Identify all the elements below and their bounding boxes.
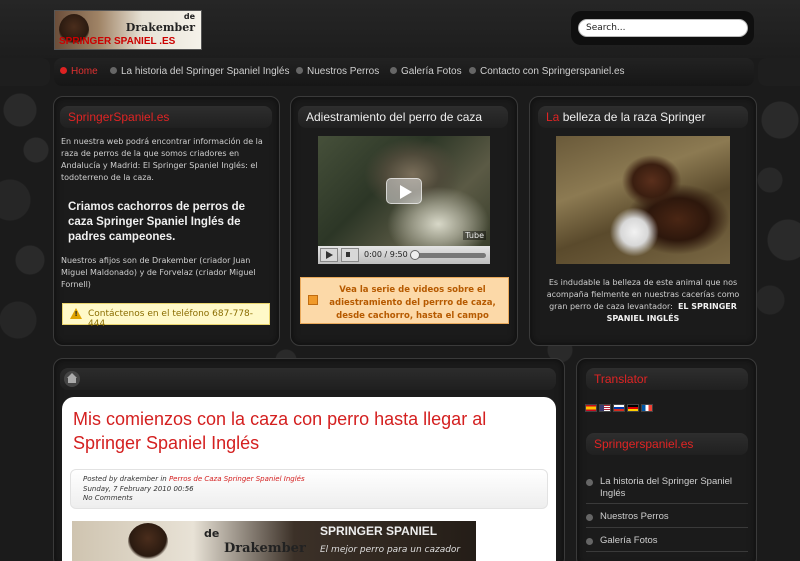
home-icon[interactable] xyxy=(64,371,80,387)
sidebar-item-label: Nuestros Perros xyxy=(600,511,669,522)
russian-flag-icon[interactable] xyxy=(613,404,625,412)
bullet-icon xyxy=(586,538,593,545)
banner-tagline: El mejor perro para un cazador xyxy=(320,545,461,555)
article-comments[interactable]: No Comments xyxy=(83,494,535,504)
banner-name-text: SPRINGER SPANIEL xyxy=(320,524,438,538)
springer-dog-photo xyxy=(556,136,730,264)
sidebar-divider xyxy=(586,503,748,504)
sidebar-item-label: La historia del Springer Spaniel Inglés xyxy=(600,476,733,499)
logo-brand-text: Drakember xyxy=(125,21,195,34)
bullet-icon xyxy=(60,67,67,74)
article-meta: Posted by drakember in Perros de Caza Sp… xyxy=(70,469,548,509)
video-series-note: Vea la serie de videos sobre el adiestra… xyxy=(300,277,509,324)
video-controls: 0:00 / 9:50 xyxy=(318,246,490,264)
sidebar-divider xyxy=(586,527,748,528)
nav-item-label: Home xyxy=(71,66,98,77)
intro-highlight: Criamos cachorros de perros de caza Spri… xyxy=(68,201,246,243)
article-category-link[interactable]: Perros de Caza Springer Spaniel Inglés xyxy=(169,475,305,483)
nav-edge-left xyxy=(0,58,50,86)
german-flag-icon[interactable] xyxy=(627,404,639,412)
video-box-title: Adiestramiento del perro de caza xyxy=(298,106,508,128)
video-progress-track[interactable] xyxy=(410,253,486,258)
banner-de-text: de xyxy=(204,527,220,540)
nav-item-our-dogs[interactable]: Nuestros Perros xyxy=(296,66,379,77)
site-logo[interactable]: de Drakember SPRINGER SPANIEL .ES xyxy=(54,10,202,50)
article: Mis comienzos con la caza con perro hast… xyxy=(62,397,556,561)
nav-item-label: La historia del Springer Spaniel Inglés xyxy=(121,66,290,77)
sidebar-item-gallery[interactable]: Galería Fotos xyxy=(586,535,748,547)
french-flag-icon[interactable] xyxy=(641,404,653,412)
video-player[interactable]: Tube 0:00 / 9:50 xyxy=(318,136,490,264)
play-button[interactable] xyxy=(320,248,338,262)
header: de Drakember SPRINGER SPANIEL .ES xyxy=(0,0,800,58)
spanish-flag-icon[interactable] xyxy=(585,404,597,412)
play-overlay-icon[interactable] xyxy=(386,178,422,204)
sidebar-item-history[interactable]: La historia del Springer Spaniel Inglés xyxy=(586,476,748,500)
video-series-text: Vea la serie de videos sobre el adiestra… xyxy=(329,285,496,321)
bullet-icon xyxy=(296,67,303,74)
bullet-icon xyxy=(586,479,593,486)
banner-brand-text: Drakember xyxy=(224,541,306,556)
main-nav: Home La historia del Springer Spaniel In… xyxy=(0,58,800,86)
bullet-icon xyxy=(110,67,117,74)
logo-de-text: de xyxy=(183,12,195,21)
search-input[interactable] xyxy=(578,19,748,37)
article-title[interactable]: Mis comienzos con la caza con perro hast… xyxy=(73,407,543,455)
volume-icon[interactable] xyxy=(341,248,359,262)
nav-item-label: Nuestros Perros xyxy=(307,66,380,77)
language-flags xyxy=(585,404,655,415)
nav-item-gallery[interactable]: Galería Fotos xyxy=(390,66,462,77)
nav-item-label: Contacto con Springerspaniel.es xyxy=(480,66,625,77)
translator-title: Translator xyxy=(586,368,748,390)
video-progress-handle[interactable] xyxy=(410,250,420,260)
sidebar-item-label: Galería Fotos xyxy=(600,535,658,546)
sidebar-section-title: Springerspaniel.es xyxy=(586,433,748,455)
audio-icon xyxy=(308,295,318,305)
search-box xyxy=(571,11,754,45)
warning-icon xyxy=(70,308,82,319)
article-date: Sunday, 7 February 2010 00:56 xyxy=(83,484,194,493)
logo-name-text: SPRINGER SPANIEL .ES xyxy=(59,36,176,47)
affix-text: Nuestros afijos son de Drakember (criado… xyxy=(61,256,256,289)
bullet-icon xyxy=(469,67,476,74)
sidebar-divider xyxy=(586,551,748,552)
breadcrumb xyxy=(60,368,556,390)
nav-item-home[interactable]: Home xyxy=(60,66,98,77)
video-time: 0:00 / 9:50 xyxy=(364,250,408,259)
banner-dog-image xyxy=(128,523,168,561)
beauty-box-title: La belleza de la raza Springer xyxy=(538,106,748,128)
bullet-icon xyxy=(586,514,593,521)
posted-by: Posted by drakember in xyxy=(83,475,169,483)
beauty-caption: Es indudable la belleza de este animal q… xyxy=(546,278,740,323)
sidebar-item-our-dogs[interactable]: Nuestros Perros xyxy=(586,511,748,523)
article-banner-image: de Drakember SPRINGER SPANIEL El mejor p… xyxy=(72,521,476,561)
us-flag-icon[interactable] xyxy=(599,404,611,412)
youtube-logo: Tube xyxy=(463,231,486,240)
contact-alert: Contáctenos en el teléfono 687-778-444 xyxy=(62,303,270,329)
intro-box-title: SpringerSpaniel.es xyxy=(60,106,272,128)
nav-edge-right xyxy=(758,58,800,86)
intro-text: En nuestra web podrá encontrar informaci… xyxy=(61,137,263,182)
nav-item-history[interactable]: La historia del Springer Spaniel Inglés xyxy=(110,66,289,77)
nav-item-contact[interactable]: Contacto con Springerspaniel.es xyxy=(469,66,625,77)
bullet-icon xyxy=(390,67,397,74)
nav-item-label: Galería Fotos xyxy=(401,66,462,77)
